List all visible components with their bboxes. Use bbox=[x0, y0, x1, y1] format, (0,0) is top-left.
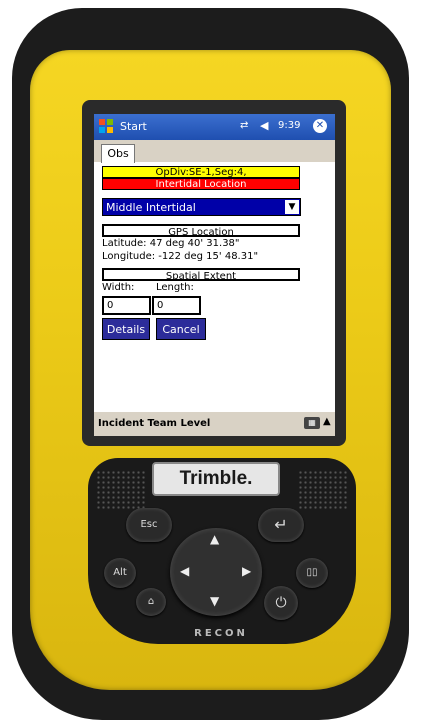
model-label: RECON bbox=[194, 628, 248, 639]
down-arrow-icon[interactable]: ▼ bbox=[210, 594, 219, 608]
volume-icon[interactable]: ◀ bbox=[260, 119, 268, 132]
function-key[interactable]: ▯▯ bbox=[296, 558, 328, 588]
ok-button[interactable]: ✕ bbox=[313, 119, 327, 133]
alt-key[interactable]: Alt bbox=[104, 558, 136, 588]
zone-dropdown-value: Middle Intertidal bbox=[106, 201, 196, 214]
spatial-extent-heading: Spatial Extent bbox=[102, 268, 300, 282]
right-arrow-icon[interactable]: ▶ bbox=[242, 564, 251, 578]
cancel-button[interactable]: Cancel bbox=[156, 318, 206, 340]
trimble-logo: Trimble. bbox=[152, 462, 280, 496]
directional-pad[interactable]: ▲ ▼ ◀ ▶ bbox=[170, 528, 262, 616]
zone-dropdown[interactable]: Middle Intertidal ▼ bbox=[102, 198, 301, 216]
esc-key[interactable]: Esc bbox=[126, 508, 172, 542]
power-key[interactable]: ⏻ bbox=[264, 586, 298, 620]
enter-key[interactable]: ↵ bbox=[258, 508, 304, 542]
speaker-grille-right bbox=[298, 470, 348, 510]
latitude-readout: Latitude: 47 deg 40' 31.38" bbox=[102, 238, 240, 249]
menu-bar: Incident Team Level ▦ ▲ bbox=[94, 412, 335, 436]
tab-obs[interactable]: Obs bbox=[101, 144, 135, 163]
clock[interactable]: 9:39 bbox=[278, 120, 300, 131]
sip-toggle-icon[interactable]: ▲ bbox=[323, 416, 331, 427]
gps-location-heading: GPS Location bbox=[102, 224, 300, 238]
menu-bar-label[interactable]: Incident Team Level bbox=[98, 418, 210, 429]
details-button[interactable]: Details bbox=[102, 318, 150, 340]
brand-name: Trimble. bbox=[179, 468, 253, 489]
length-input[interactable]: 0 bbox=[152, 296, 201, 315]
tab-strip: Obs bbox=[94, 140, 335, 163]
up-arrow-icon[interactable]: ▲ bbox=[210, 532, 219, 546]
width-label: Width: bbox=[102, 282, 135, 293]
start-menu-icon[interactable] bbox=[98, 118, 114, 134]
width-input[interactable]: 0 bbox=[102, 296, 151, 315]
form-area: OpDiv:SE-1,Seg:4, Intertidal Location Mi… bbox=[94, 162, 335, 410]
longitude-readout: Longitude: -122 deg 15' 48.31" bbox=[102, 251, 259, 262]
home-key[interactable]: ⌂ bbox=[136, 588, 166, 616]
connectivity-icon[interactable]: ⇄ bbox=[240, 120, 248, 131]
length-label: Length: bbox=[156, 282, 194, 293]
intertidal-location-banner: Intertidal Location bbox=[102, 178, 300, 190]
opdiv-banner: OpDiv:SE-1,Seg:4, bbox=[102, 166, 300, 178]
app-title[interactable]: Start bbox=[120, 120, 147, 133]
device-screen: Start ⇄ ◀ 9:39 ✕ Obs OpDiv:SE-1,Seg:4, I… bbox=[94, 114, 335, 436]
speaker-grille-left bbox=[96, 470, 146, 510]
title-bar: Start ⇄ ◀ 9:39 ✕ bbox=[94, 114, 335, 140]
chevron-down-icon[interactable]: ▼ bbox=[285, 200, 299, 214]
left-arrow-icon[interactable]: ◀ bbox=[180, 564, 189, 578]
keyboard-icon[interactable]: ▦ bbox=[304, 417, 320, 429]
